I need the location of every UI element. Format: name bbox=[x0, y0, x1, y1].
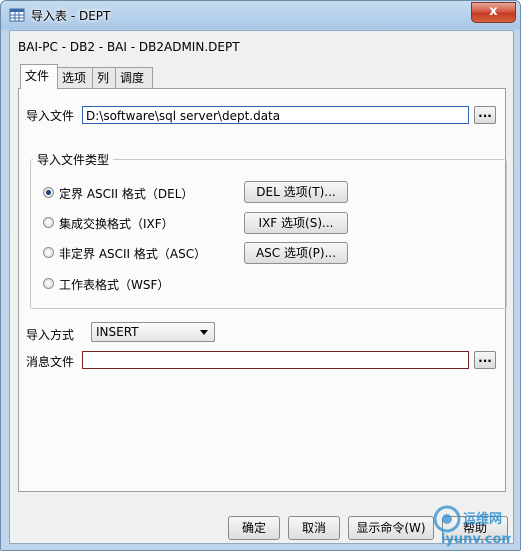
import-mode-label: 导入方式 bbox=[26, 328, 75, 342]
chevron-down-icon bbox=[200, 330, 208, 335]
radio-del-label[interactable]: 定界 ASCII 格式（DEL） bbox=[59, 185, 193, 202]
import-mode-value: INSERT bbox=[96, 325, 139, 339]
radio-wsf[interactable] bbox=[43, 278, 54, 289]
file-type-group-title: 导入文件类型 bbox=[33, 151, 114, 168]
radio-ixf-label[interactable]: 集成交换格式（IXF） bbox=[59, 215, 174, 232]
tab-columns[interactable]: 列 bbox=[92, 67, 116, 88]
import-mode-select[interactable]: INSERT bbox=[91, 322, 215, 342]
cancel-button[interactable]: 取消 bbox=[288, 516, 340, 540]
window-title: 导入表 - DEPT bbox=[31, 9, 111, 23]
radio-del[interactable] bbox=[43, 187, 54, 198]
import-file-label: 导入文件 bbox=[26, 109, 75, 123]
import-file-browse-button[interactable]: ... bbox=[474, 106, 496, 124]
radio-asc-label[interactable]: 非定界 ASCII 格式（ASC） bbox=[59, 245, 206, 262]
tab-panel-file: 导入文件 D:\software\sql server\dept.data ..… bbox=[18, 88, 507, 492]
del-options-button[interactable]: DEL 选项(T)... bbox=[244, 181, 348, 203]
tab-file[interactable]: 文件 bbox=[20, 64, 58, 89]
ok-button[interactable]: 确定 bbox=[228, 516, 280, 540]
show-command-button[interactable]: 显示命令(W) bbox=[348, 516, 434, 540]
radio-asc[interactable] bbox=[43, 247, 54, 258]
import-file-input[interactable]: D:\software\sql server\dept.data bbox=[82, 106, 469, 124]
connection-path: BAI-PC - DB2 - BAI - DB2ADMIN.DEPT bbox=[18, 40, 240, 54]
radio-wsf-label[interactable]: 工作表格式（WSF） bbox=[59, 276, 169, 293]
tab-options[interactable]: 选项 bbox=[57, 67, 93, 88]
dialog-body: BAI-PC - DB2 - BAI - DB2ADMIN.DEPT 文件 选项… bbox=[9, 30, 514, 544]
help-button[interactable]: 帮助 bbox=[442, 516, 508, 540]
asc-options-button[interactable]: ASC 选项(P)... bbox=[244, 242, 348, 264]
title-bar[interactable]: 导入表 - DEPT x bbox=[1, 1, 520, 29]
message-file-input[interactable] bbox=[82, 351, 469, 369]
close-icon: x bbox=[489, 4, 498, 19]
ixf-options-button[interactable]: IXF 选项(S)... bbox=[244, 212, 348, 234]
tab-schedule[interactable]: 调度 bbox=[115, 67, 153, 88]
table-icon bbox=[9, 8, 25, 22]
close-button[interactable]: x bbox=[471, 2, 516, 23]
message-file-browse-button[interactable]: ... bbox=[474, 351, 496, 369]
dialog-window: 导入表 - DEPT x BAI-PC - DB2 - BAI - DB2ADM… bbox=[0, 0, 521, 551]
radio-ixf[interactable] bbox=[43, 217, 54, 228]
message-file-label: 消息文件 bbox=[26, 355, 75, 369]
